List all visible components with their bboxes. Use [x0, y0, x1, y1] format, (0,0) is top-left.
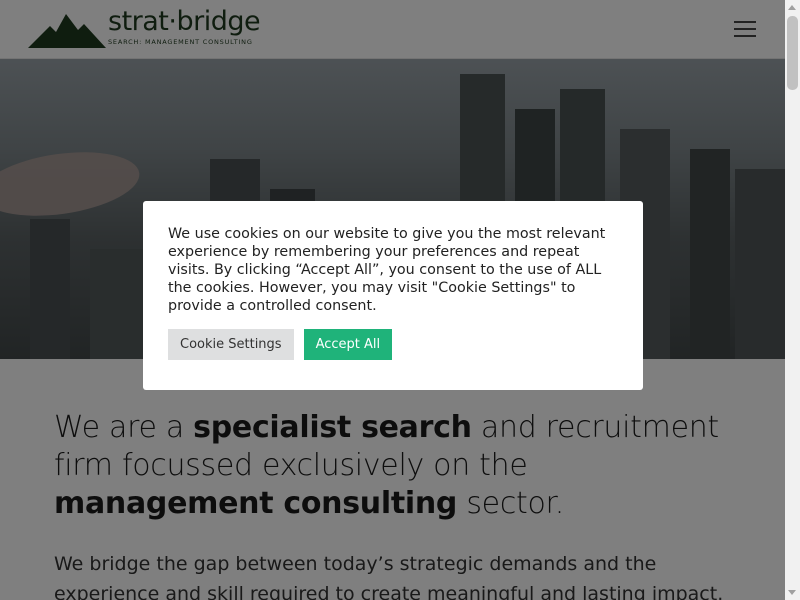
accept-all-button[interactable]: Accept All	[303, 329, 393, 360]
scroll-down-arrow-icon[interactable]	[785, 585, 800, 600]
cookie-consent-dialog: We use cookies on our website to give yo…	[143, 201, 643, 390]
cookie-actions: Cookie Settings Accept All	[168, 329, 393, 360]
scrollbar-thumb[interactable]	[787, 16, 798, 90]
page-scrollbar[interactable]	[785, 0, 800, 600]
cookie-message: We use cookies on our website to give yo…	[168, 226, 606, 314]
scroll-up-arrow-icon[interactable]	[785, 0, 800, 15]
cookie-settings-button[interactable]: Cookie Settings	[168, 329, 294, 360]
